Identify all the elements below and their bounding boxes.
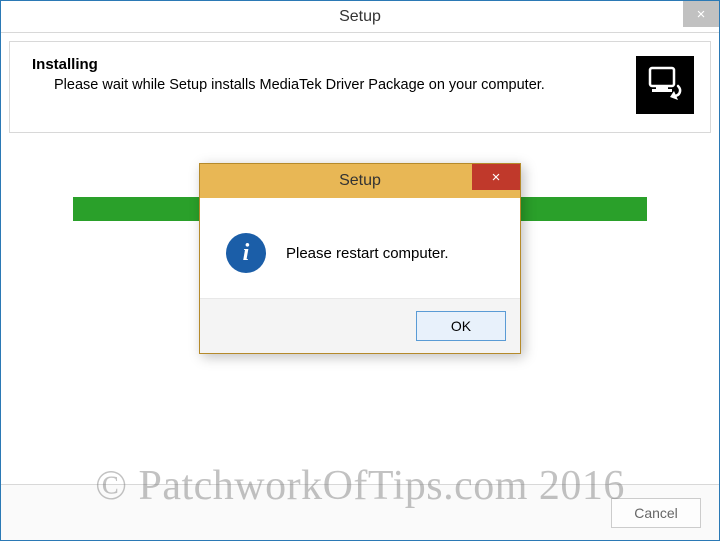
dialog-message: Please restart computer.: [286, 245, 449, 262]
ok-button[interactable]: OK: [416, 311, 506, 341]
dialog-body: i Please restart computer.: [200, 198, 520, 298]
dialog-titlebar: Setup ×: [200, 164, 520, 198]
window-titlebar: Setup ×: [1, 1, 719, 33]
setup-window: Setup × Installing Please wait while Set…: [0, 0, 720, 541]
close-icon: ×: [492, 169, 501, 186]
header-panel: Installing Please wait while Setup insta…: [9, 41, 711, 133]
header-text: Installing Please wait while Setup insta…: [26, 56, 636, 93]
window-footer: Cancel: [1, 484, 719, 540]
info-icon: i: [226, 233, 266, 273]
close-icon: ×: [697, 6, 706, 23]
message-dialog: Setup × i Please restart computer. OK: [199, 163, 521, 354]
info-glyph: i: [243, 240, 250, 267]
cancel-button[interactable]: Cancel: [611, 498, 701, 528]
content-area: Setup × i Please restart computer. OK: [1, 133, 719, 473]
window-title: Setup: [1, 8, 719, 26]
header-title: Installing: [26, 56, 636, 73]
window-close-button[interactable]: ×: [683, 1, 719, 27]
installer-icon: [636, 56, 694, 114]
dialog-close-button[interactable]: ×: [472, 164, 520, 190]
dialog-footer: OK: [200, 298, 520, 353]
header-subtitle: Please wait while Setup installs MediaTe…: [26, 77, 636, 93]
